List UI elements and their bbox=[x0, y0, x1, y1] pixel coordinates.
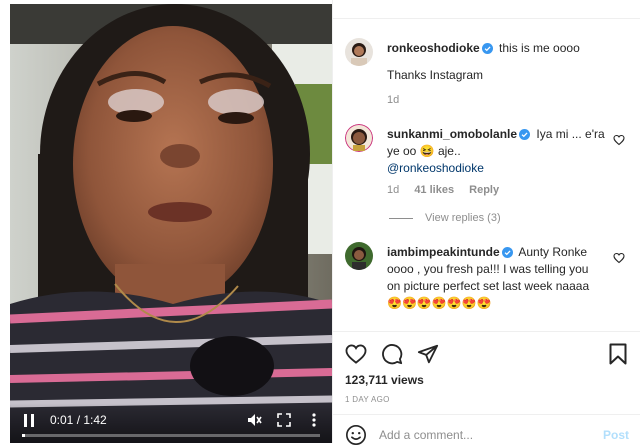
like-comment-heart-icon[interactable] bbox=[613, 252, 625, 264]
replies-line bbox=[389, 217, 413, 219]
video-time: 0:01 / 1:42 bbox=[50, 413, 107, 427]
verified-badge-icon bbox=[519, 129, 531, 140]
comment-username[interactable]: iambimpeakintunde bbox=[387, 245, 500, 259]
add-comment-input[interactable] bbox=[379, 428, 603, 442]
view-replies-label: View replies (3) bbox=[425, 212, 501, 224]
more-icon bbox=[312, 413, 316, 427]
video-progress-bar[interactable] bbox=[22, 434, 320, 437]
comment-button[interactable] bbox=[381, 343, 403, 365]
current-time: 0:01 bbox=[50, 413, 74, 427]
pause-button[interactable] bbox=[22, 413, 36, 427]
post-date: 1 DAY AGO bbox=[345, 395, 390, 404]
caption-meta: 1d bbox=[387, 94, 411, 106]
fullscreen-button[interactable] bbox=[276, 412, 292, 428]
paper-plane-icon bbox=[417, 344, 439, 364]
bookmark-icon bbox=[609, 343, 627, 365]
heart-icon bbox=[345, 344, 367, 364]
view-count[interactable]: 123,711 views bbox=[345, 373, 424, 387]
save-button[interactable] bbox=[607, 343, 629, 365]
caption: ronkeoshodioke this is me oooo Thanks In… bbox=[345, 38, 631, 110]
verified-badge-icon bbox=[481, 43, 493, 54]
avatar-image bbox=[345, 38, 373, 66]
comment-username[interactable]: sunkanmi_omobolanle bbox=[387, 127, 517, 141]
comment-item: iambimpeakintunde Aunty Ronke oooo , you… bbox=[345, 242, 631, 326]
instagram-post: 0:01 / 1:42 ronkeoshodioke this is me oo… bbox=[0, 0, 640, 445]
comment-item: sunkanmi_omobolanle Iya mi ... e'ra ye o… bbox=[345, 124, 631, 224]
like-comment-heart-icon[interactable] bbox=[613, 134, 625, 146]
reply-button[interactable]: Reply bbox=[469, 184, 499, 196]
share-button[interactable] bbox=[417, 343, 439, 365]
avatar-image bbox=[345, 124, 373, 152]
caption-body: this is me oooo bbox=[499, 41, 580, 55]
comment-text: iambimpeakintunde Aunty Ronke oooo , you… bbox=[387, 244, 605, 312]
view-replies-button[interactable]: View replies (3) bbox=[389, 212, 501, 224]
fullscreen-icon bbox=[277, 413, 291, 427]
avatar[interactable] bbox=[345, 38, 373, 66]
verified-badge-icon bbox=[501, 247, 513, 258]
video-player[interactable]: 0:01 / 1:42 bbox=[10, 4, 332, 443]
comments-panel: ronkeoshodioke this is me oooo Thanks In… bbox=[332, 0, 640, 445]
add-comment-divider bbox=[333, 414, 640, 415]
mention-link[interactable]: @ronkeoshodioke bbox=[387, 161, 484, 175]
comment-likes[interactable]: 41 likes bbox=[414, 184, 454, 196]
duration: 1:42 bbox=[83, 413, 107, 427]
comment-age: 1d bbox=[387, 184, 400, 196]
like-button[interactable] bbox=[345, 343, 367, 365]
avatar[interactable] bbox=[345, 242, 373, 270]
video-controls: 0:01 / 1:42 bbox=[10, 403, 332, 443]
avatar-image bbox=[345, 242, 373, 270]
video-progress-fill bbox=[22, 434, 25, 437]
comment-icon bbox=[382, 344, 403, 365]
caption-text: ronkeoshodioke this is me oooo Thanks In… bbox=[387, 40, 605, 84]
action-bar bbox=[345, 342, 629, 366]
avatar[interactable] bbox=[345, 124, 373, 152]
actions-divider bbox=[333, 331, 640, 332]
caption-body-line2: Thanks Instagram bbox=[387, 68, 484, 82]
mute-button[interactable] bbox=[246, 412, 262, 428]
caption-username[interactable]: ronkeoshodioke bbox=[387, 41, 480, 55]
time-separator: / bbox=[73, 413, 84, 427]
video-frame-image bbox=[10, 4, 332, 443]
comment-meta: 1d 41 likes Reply bbox=[387, 184, 511, 196]
caption-age: 1d bbox=[387, 94, 400, 106]
header-divider bbox=[333, 18, 640, 19]
post-button[interactable]: Post bbox=[603, 428, 629, 442]
pause-icon bbox=[24, 413, 34, 427]
muted-speaker-icon bbox=[248, 414, 262, 426]
more-button[interactable] bbox=[306, 412, 322, 428]
comment-text: sunkanmi_omobolanle Iya mi ... e'ra ye o… bbox=[387, 126, 605, 177]
